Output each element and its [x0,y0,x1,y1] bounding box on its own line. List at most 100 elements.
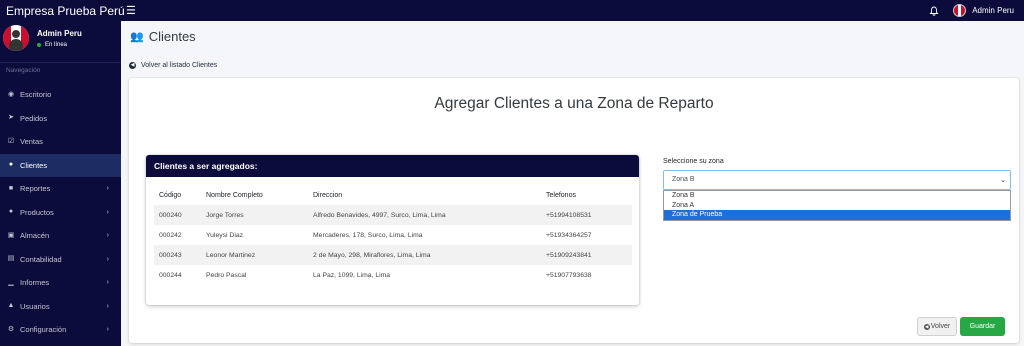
sidebar-user-panel: Admin Peru En línea [0,21,121,63]
users-icon: ● [8,161,14,169]
table-row: 000242 Yuleysi Diaz Mercaderes, 178, Sur… [154,225,632,245]
box-icon: ● [8,208,14,216]
table-cell: 000243 [154,245,206,265]
chevron-right-icon: › [106,232,109,240]
sidebar-item-contabilidad[interactable]: ▤ Contabilidad › [0,248,121,272]
zone-select[interactable]: Zona B ⌄ [663,170,1011,190]
table-cell: +51907793638 [546,271,592,279]
sidebar-item-label: Productos [20,207,54,217]
zone-dropdown-list: Zona B Zona A Zona de Prueba [663,190,1011,221]
back-to-list-link[interactable]: ◀ Volver al listado Clientes [129,62,217,69]
zone-select-label: Seleccione su zona [663,158,724,165]
arrow-left-circle-icon: ◀ [129,62,136,69]
table-cell: Pedro Pascal [206,271,247,279]
check-square-icon: ☑ [7,137,15,145]
sidebar-item-almacen[interactable]: ▣ Almacén › [0,224,121,248]
table-cell: La Paz, 1099, Lima, Lima [313,271,391,279]
sidebar-item-label: Reportes [20,184,51,194]
table-cell: +51994108531 [546,205,632,225]
table-cell: Mercaderes, 178, Surco, Lima, Lima [313,231,423,239]
user-menu-name[interactable]: Admin Peru [972,6,1014,15]
save-button[interactable]: Guardar [960,317,1005,336]
zone-option-prueba[interactable]: Zona de Prueba [664,210,1010,220]
zone-select-value: Zona B [672,176,695,183]
user-tie-icon: ▲ [7,302,15,310]
column-header: Telefonos [546,191,576,199]
chart-icon: ▁ [8,278,14,286]
sidebar-item-clientes[interactable]: ● Clientes [0,153,121,177]
sidebar-item-productos[interactable]: ● Productos › [0,201,121,225]
column-header: Direccion [313,191,343,199]
sidebar-item-label: Almacén [20,231,50,241]
sidebar-item-reportes[interactable]: ■ Reportes › [0,177,121,201]
sidebar-item-label: Usuarios [20,301,50,311]
nav-header: Navegación [6,67,41,74]
top-navbar: Empresa Prueba Perú ☰ Admin Peru [0,0,1024,21]
sidebar-user-name[interactable]: Admin Peru [37,29,82,38]
table-row: 000244 Pedro Pascal La Paz, 1099, Lima, … [154,265,632,285]
arrow-left-circle-icon: ◀ [923,323,930,330]
column-header: Nombre Completo [206,191,263,199]
column-header: Código [159,191,182,199]
chevron-right-icon: › [106,208,109,216]
cogs-icon: ⚙ [7,325,15,333]
table-cell: +51934364257 [546,231,592,239]
sidebar-item-informes[interactable]: ▁ Informes › [0,271,121,295]
sidebar-avatar [3,25,29,51]
sidebar-item-usuarios[interactable]: ▲ Usuarios › [0,295,121,319]
content-area: 👥 Clientes ◀ Volver al listado Clientes … [121,21,1024,346]
navbar-right: Admin Peru [929,4,1024,17]
chevron-down-icon: ⌄ [1000,177,1006,184]
table-cell: Jorge Torres [206,205,313,225]
boxes-icon: ▣ [7,231,15,239]
chevron-right-icon: › [106,255,109,263]
table-cell: +51909243841 [546,245,632,265]
sidebar-item-pedidos[interactable]: ➤ Pedidos [0,107,121,131]
paper-plane-icon: ➤ [8,114,14,122]
clients-card: Clientes a ser agregados: Código Nombre … [146,155,639,305]
chevron-right-icon: › [106,185,109,193]
sidebar-item-label: Escritorio [20,90,52,100]
money-icon: ▤ [7,255,15,263]
tachometer-icon: ◉ [7,90,15,98]
sidebar-item-label: Ventas [20,137,43,147]
card-title: Agregar Clientes a una Zona de Reparto [434,95,714,112]
user-avatar[interactable] [953,4,967,17]
bell-icon[interactable] [929,6,939,16]
sidebar-item-label: Contabilidad [20,254,62,264]
sidebar-item-label: Pedidos [20,113,48,123]
sidebar-item-escritorio[interactable]: ◉ Escritorio [0,83,121,107]
chevron-right-icon: › [106,302,109,310]
back-link-text: Volver al listado Clientes [141,62,218,69]
online-status: En línea [37,42,82,48]
sidebar-item-label: Clientes [20,160,48,170]
table-row: 000240 Jorge Torres Alfredo Benavides, 4… [154,205,632,225]
sidebar-item-configuracion[interactable]: ⚙ Configuración › [0,318,121,342]
sidebar-item-label: Informes [20,278,50,288]
chevron-right-icon: › [106,326,109,334]
page-title: 👥 Clientes [130,29,196,44]
online-dot-icon [37,43,41,47]
users-icon: 👥 [130,31,144,43]
sidebar-item-label: Configuración [20,325,67,335]
zone-option-a[interactable]: Zona A [664,201,1010,211]
zone-option-b[interactable]: Zona B [664,191,1010,201]
table-cell: Alfredo Benavides, 4997, Surco, Lima, Li… [313,205,546,225]
back-button[interactable]: ◀ Volver [917,317,957,336]
brand-name[interactable]: Empresa Prueba Perú [0,4,125,18]
page-title-text: Clientes [148,29,196,44]
menu-toggle-icon[interactable]: ☰ [126,4,136,17]
table-cell: 000240 [154,205,206,225]
back-button-label: Volver [930,323,951,330]
table-cell: Leonor Martinez [206,245,313,265]
clients-card-header: Clientes a ser agregados: [146,155,639,177]
table-row: 000243 Leonor Martinez 2 de Mayo, 298, M… [154,245,632,265]
clients-table: Código Nombre Completo Direccion Telefon… [154,185,632,285]
table-cell: Yuleysi Diaz [206,231,244,239]
table-header-row: Código Nombre Completo Direccion Telefon… [154,185,632,205]
table-cell: 2 de Mayo, 298, Miraflores, Lima, Lima [313,245,546,265]
truck-icon: ■ [8,184,14,192]
status-text: En línea [45,42,68,48]
table-cell: 000244 [159,271,182,279]
sidebar-item-ventas[interactable]: ☑ Ventas [0,130,121,154]
